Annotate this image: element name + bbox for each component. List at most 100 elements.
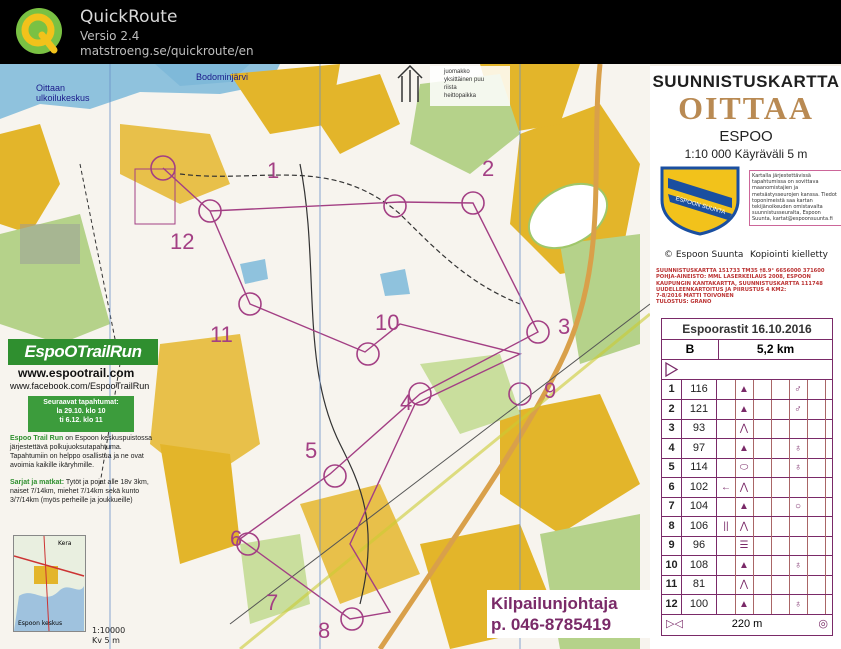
event-header: Espoorastit 16.10.2016 <box>662 319 832 340</box>
control-order: 9 <box>662 536 682 555</box>
inset-map: Kera Espoon keskus <box>13 535 86 632</box>
next-events-title: Seuraavat tapahtumat: <box>43 399 119 406</box>
description-symbol <box>717 419 736 438</box>
control-code: 93 <box>682 419 717 438</box>
description-cell <box>753 536 772 555</box>
series-title: Sarjat ja matkat: <box>10 479 65 486</box>
description-symbol: ♂ <box>789 380 808 399</box>
next-event-1: la 29.10. klo 10 <box>56 408 106 415</box>
description-row: 5 114 ⬭ ♁ <box>662 458 832 478</box>
description-cell <box>807 516 826 536</box>
description-symbol: ☰ <box>735 536 754 555</box>
finish-start-icon: ▷◁ <box>666 618 683 630</box>
control-order: 1 <box>662 380 682 399</box>
trail-run-logo: EspoOTrailRun <box>8 339 158 365</box>
description-symbol <box>717 497 736 516</box>
description-row: 8 106 || ⋀ <box>662 516 832 537</box>
control-order: 12 <box>662 594 682 614</box>
control-code: 97 <box>682 438 717 458</box>
description-cell <box>771 458 790 477</box>
control-order: 8 <box>662 516 682 536</box>
control-code: 121 <box>682 399 717 419</box>
description-cell <box>753 380 772 399</box>
description-symbol: ♂ <box>789 399 808 419</box>
control-order: 7 <box>662 497 682 516</box>
description-cell <box>753 516 772 536</box>
description-row: 3 93 ⋀ <box>662 419 832 439</box>
description-symbol: ▲ <box>735 399 754 419</box>
description-cell <box>771 399 790 419</box>
description-symbol <box>717 555 736 575</box>
control-number-5: 5 <box>305 438 318 463</box>
description-symbol: ▲ <box>735 555 754 575</box>
copying-notice: Kopiointi kielletty <box>750 250 828 260</box>
description-cell <box>753 438 772 458</box>
description-symbol: ○ <box>789 497 808 516</box>
description-row: 1 116 ▲ ♂ <box>662 380 832 400</box>
description-row: 9 96 ☰ <box>662 536 832 556</box>
next-event-2: ti 6.12. klo 11 <box>59 417 103 424</box>
place-label-oittaa: Oittaan ulkoilukeskus <box>36 83 90 103</box>
map-credits: SUUNNISTUSKARTTA 151733 TM35 †8.9° 66560… <box>656 268 836 306</box>
control-number-6: 6 <box>230 526 243 551</box>
control-order: 3 <box>662 419 682 438</box>
description-cell <box>807 575 826 594</box>
description-symbol <box>717 380 736 399</box>
control-code: 104 <box>682 497 717 516</box>
control-code: 81 <box>682 575 717 594</box>
description-symbol <box>789 536 808 555</box>
inset-label-kera: Kera <box>58 540 72 547</box>
description-cell <box>771 419 790 438</box>
trail-run-website: www.espootrail.com <box>18 366 135 380</box>
credit-line-6: TULOSTUS: GRANO <box>656 299 712 306</box>
description-cell <box>771 536 790 555</box>
description-cell <box>807 419 826 438</box>
control-code: 108 <box>682 555 717 575</box>
description-symbol: ⋀ <box>735 516 754 536</box>
description-symbol: ♁ <box>789 555 808 575</box>
series-description: Sarjat ja matkat: Tytöt ja pojat alle 18… <box>10 478 160 505</box>
control-number-10: 10 <box>375 310 400 335</box>
control-order: 6 <box>662 477 682 497</box>
description-cell <box>807 497 826 516</box>
control-description-sheet: Espoorastit 16.10.2016 B 5,2 km 1 116 ▲ ♂ 2 1… <box>661 318 833 636</box>
legend-item-2: yksittäinen puu <box>444 77 485 83</box>
description-symbol <box>717 458 736 477</box>
description-row: 4 97 ▲ ♁ <box>662 438 832 459</box>
description-cell <box>771 497 790 516</box>
control-order: 10 <box>662 555 682 575</box>
description-cell <box>771 516 790 536</box>
description-symbol: ♁ <box>789 458 808 477</box>
control-number-8: 8 <box>318 618 331 643</box>
place-label-bodominjarvi: Bodominjärvi <box>196 72 249 82</box>
description-cell <box>753 477 772 497</box>
credit-line-3: KAUPUNGIN KANTAKARTTA, SUUNNISTUSKARTTA … <box>656 280 823 287</box>
description-cell <box>753 419 772 438</box>
course-length: 5,2 km <box>719 340 832 360</box>
start-triangle-icon <box>665 361 679 378</box>
control-code: 116 <box>682 380 717 399</box>
description-symbol: ▲ <box>735 438 754 458</box>
description-symbol <box>789 575 808 594</box>
description-symbol <box>717 438 736 458</box>
control-code: 96 <box>682 536 717 555</box>
finish-circle-icon: ◎ <box>818 618 828 630</box>
map-scale-line: 1:10 000 Käyräväli 5 m <box>684 147 808 161</box>
description-cell <box>807 458 826 477</box>
description-cell <box>771 555 790 575</box>
control-order: 11 <box>662 575 682 594</box>
description-symbol <box>717 399 736 419</box>
app-version: Versio 2.4 <box>80 29 140 43</box>
description-cell <box>807 555 826 575</box>
description-cell <box>753 399 772 419</box>
description-cell <box>771 438 790 458</box>
description-cell <box>753 458 772 477</box>
description-cell <box>807 380 826 399</box>
control-order: 2 <box>662 399 682 419</box>
control-number-1: 1 <box>267 158 280 183</box>
club-crest-icon: ESPOON SUUNTA <box>660 166 740 236</box>
trail-run-text-title: Espoo Trail Run <box>10 435 64 442</box>
legend-item-3: riista <box>444 85 457 91</box>
map-title-line2: OITTAA <box>678 90 814 126</box>
control-code: 100 <box>682 594 717 614</box>
